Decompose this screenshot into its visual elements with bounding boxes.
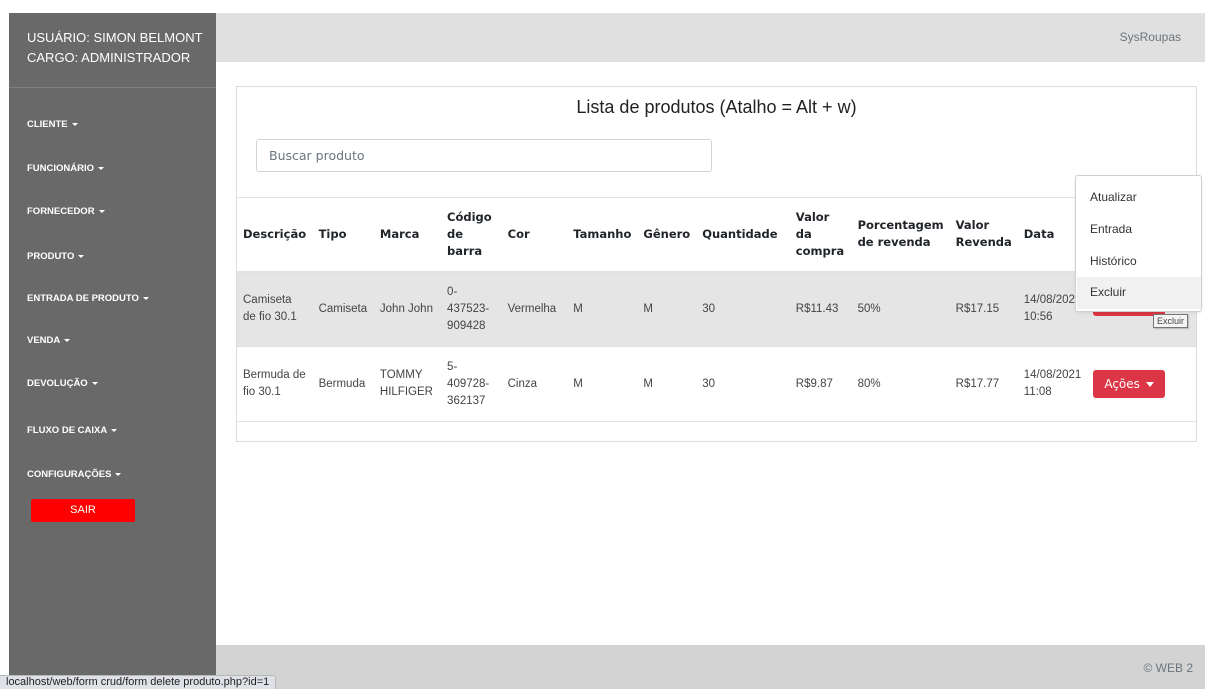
col-descricao: Descrição	[237, 197, 313, 273]
cell-porcentagem: 50%	[851, 271, 950, 347]
sidebar-item-label: VENDA	[27, 335, 61, 346]
cell-codigo: 5-409728-362137	[441, 346, 502, 422]
caret-down-icon	[115, 472, 122, 476]
sidebar: USUÁRIO: SIMON BELMONT CARGO: ADMINISTRA…	[9, 13, 216, 689]
caret-down-icon	[98, 166, 105, 170]
footer: © WEB 2	[216, 645, 1205, 689]
sidebar-item-produto[interactable]: PRODUTO	[27, 251, 85, 262]
cell-valor-compra: R$11.43	[789, 271, 852, 347]
sidebar-item-label: PRODUTO	[27, 251, 75, 262]
cell-tipo: Camiseta	[312, 271, 374, 347]
col-genero: Gênero	[637, 197, 697, 273]
acoes-button[interactable]: Ações	[1093, 370, 1165, 398]
sidebar-item-label: CLIENTE	[27, 119, 68, 130]
sidebar-item-fornecedor[interactable]: FORNECEDOR	[27, 206, 105, 217]
col-porcentagem-de-revenda: Porcentagem de revenda	[851, 197, 950, 273]
caret-down-icon	[78, 254, 85, 258]
search-input[interactable]	[256, 139, 712, 172]
table-row: Camiseta de fio 30.1 Camiseta John John …	[237, 271, 1196, 347]
cell-marca: TOMMY HILFIGER	[373, 346, 442, 422]
sidebar-item-fluxo-de-caixa[interactable]: FLUXO DE CAIXA	[27, 425, 118, 436]
sidebar-item-cliente[interactable]: CLIENTE	[27, 119, 78, 130]
caret-down-icon	[1145, 382, 1154, 387]
cell-quantidade: 30	[696, 346, 790, 422]
divider	[9, 87, 216, 88]
sidebar-item-configuracoes[interactable]: CONFIGURAÇÕES	[27, 469, 122, 480]
sidebar-item-label: FORNECEDOR	[27, 206, 95, 217]
col-marca: Marca	[373, 197, 442, 273]
cell-cor: Cinza	[501, 346, 568, 422]
cell-acoes: Ações	[1087, 346, 1196, 422]
logout-button[interactable]: SAIR	[31, 499, 135, 522]
table-row: Bermuda de fio 30.1 Bermuda TOMMY HILFIG…	[237, 346, 1196, 422]
sidebar-item-label: ENTRADA DE PRODUTO	[27, 293, 139, 304]
product-table: Descrição Tipo Marca Código de barra Cor…	[237, 197, 1196, 422]
actions-dropdown-menu: Atualizar Entrada Histórico Excluir	[1075, 175, 1202, 312]
sidebar-item-label: DEVOLUÇÃO	[27, 378, 88, 389]
sidebar-item-label: CONFIGURAÇÕES	[27, 469, 112, 480]
cell-valor-compra: R$9.87	[789, 346, 852, 422]
col-quantidade: Quantidade	[696, 197, 790, 273]
caret-down-icon	[64, 338, 71, 342]
cell-cor: Vermelha	[501, 271, 568, 347]
col-tamanho: Tamanho	[567, 197, 638, 273]
menu-item-historico[interactable]: Histórico	[1090, 254, 1137, 268]
cell-descricao: Bermuda de fio 30.1	[237, 346, 313, 422]
col-codigo-de-barra: Código de barra	[441, 197, 502, 273]
col-cor: Cor	[501, 197, 568, 273]
col-valor-da-compra: Valor da compra	[789, 197, 852, 273]
sidebar-item-entrada-de-produto[interactable]: ENTRADA DE PRODUTO	[27, 293, 149, 304]
user-role: CARGO: ADMINISTRADOR	[27, 50, 191, 65]
sidebar-item-funcionario[interactable]: FUNCIONÁRIO	[27, 163, 105, 174]
cell-genero: M	[637, 271, 697, 347]
tooltip: Excluir	[1153, 314, 1189, 328]
cell-codigo: 0-437523-909428	[441, 271, 502, 347]
caret-down-icon	[142, 296, 149, 300]
cell-tamanho: M	[567, 271, 638, 347]
cell-tipo: Bermuda	[312, 346, 374, 422]
caret-down-icon	[71, 122, 78, 126]
product-list-card: Lista de produtos (Atalho = Alt + w) Des…	[236, 86, 1197, 442]
col-valor-revenda: Valor Revenda	[949, 197, 1018, 273]
user-name: USUÁRIO: SIMON BELMONT	[27, 30, 203, 45]
cell-valor-revenda: R$17.77	[949, 346, 1018, 422]
top-bar: SysRoupas	[216, 13, 1205, 62]
menu-item-entrada[interactable]: Entrada	[1090, 222, 1132, 236]
cell-genero: M	[637, 346, 697, 422]
user-info: USUÁRIO: SIMON BELMONT CARGO: ADMINISTRA…	[9, 13, 216, 68]
cell-porcentagem: 80%	[851, 346, 950, 422]
menu-item-excluir[interactable]: Excluir	[1090, 285, 1126, 299]
sidebar-item-label: FUNCIONÁRIO	[27, 163, 95, 174]
brand-name: SysRoupas	[1119, 30, 1181, 44]
cell-data: 14/08/2021 11:08	[1017, 346, 1088, 422]
cell-marca: John John	[373, 271, 442, 347]
copyright: © WEB 2	[1143, 661, 1193, 675]
cell-valor-revenda: R$17.15	[949, 271, 1018, 347]
caret-down-icon	[91, 381, 98, 385]
table-header-row: Descrição Tipo Marca Código de barra Cor…	[237, 197, 1196, 273]
menu-item-atualizar[interactable]: Atualizar	[1090, 190, 1137, 204]
cell-descricao: Camiseta de fio 30.1	[237, 271, 313, 347]
sidebar-item-label: FLUXO DE CAIXA	[27, 425, 108, 436]
page-title: Lista de produtos (Atalho = Alt + w)	[576, 97, 857, 117]
browser-status-url: localhost/web/form crud/form delete prod…	[0, 675, 277, 689]
caret-down-icon	[98, 209, 105, 213]
cell-quantidade: 30	[696, 271, 790, 347]
acoes-button-label: Ações	[1104, 377, 1140, 391]
sidebar-item-devolucao[interactable]: DEVOLUÇÃO	[27, 378, 98, 389]
sidebar-item-venda[interactable]: VENDA	[27, 335, 71, 346]
caret-down-icon	[111, 428, 118, 432]
col-tipo: Tipo	[312, 197, 374, 273]
cell-tamanho: M	[567, 346, 638, 422]
